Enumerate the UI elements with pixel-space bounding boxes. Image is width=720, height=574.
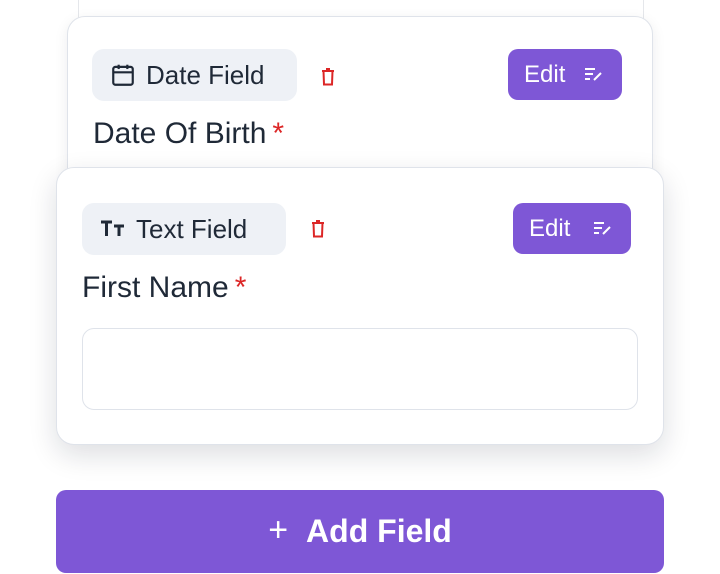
field-title: Date Of Birth * [93, 117, 284, 151]
edit-button-label: Edit [524, 60, 566, 88]
required-indicator: * [234, 271, 247, 304]
calendar-icon [110, 62, 136, 88]
field-type-chip: Date Field [92, 49, 297, 101]
field-title-text: First Name [82, 271, 229, 304]
trash-icon[interactable] [320, 67, 336, 87]
plus-icon: + [268, 510, 289, 549]
edit-lines-icon [584, 61, 604, 89]
add-field-label: Add Field [306, 513, 452, 549]
field-card-text[interactable]: Text Field Edit First Name * [56, 167, 664, 445]
trash-icon[interactable] [310, 219, 326, 239]
field-type-label: Date Field [146, 59, 265, 90]
field-title: First Name * [82, 271, 246, 305]
field-title-text: Date Of Birth [93, 117, 267, 150]
first-name-input[interactable] [82, 328, 638, 410]
field-type-label: Text Field [136, 213, 248, 244]
edit-button[interactable]: Edit [508, 49, 622, 100]
text-size-icon [100, 219, 126, 239]
required-indicator: * [272, 117, 285, 150]
add-field-button[interactable]: + Add Field [56, 490, 664, 573]
edit-button[interactable]: Edit [513, 203, 631, 254]
edit-button-label: Edit [529, 214, 571, 242]
edit-lines-icon [593, 215, 613, 243]
field-type-chip: Text Field [82, 203, 286, 255]
